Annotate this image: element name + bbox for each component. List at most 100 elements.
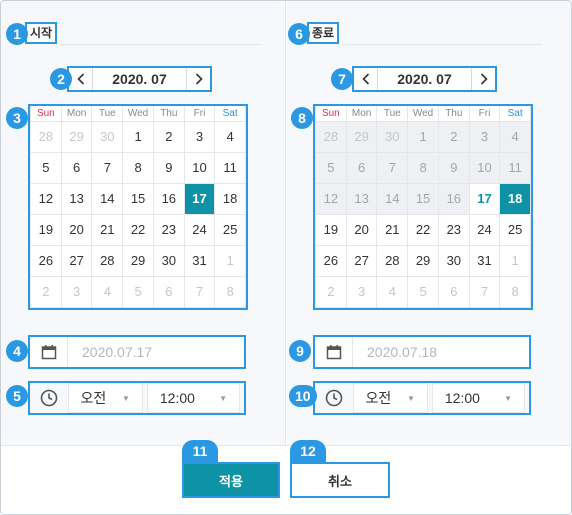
start-day-cell[interactable]: 6 <box>60 151 93 184</box>
annotation-badge: 8 <box>291 107 313 129</box>
start-day-cell[interactable]: 28 <box>91 244 124 277</box>
end-day-cell: 15 <box>407 182 439 215</box>
start-day-cell[interactable]: 18 <box>214 182 246 215</box>
start-day-cell[interactable]: 14 <box>91 182 124 215</box>
chevron-right-icon[interactable] <box>186 68 210 90</box>
start-day-cell[interactable]: 10 <box>183 151 216 184</box>
start-day-cell[interactable]: 25 <box>214 213 246 246</box>
end-day-cell[interactable]: 30 <box>437 244 470 277</box>
start-day-cell[interactable]: 15 <box>122 182 154 215</box>
start-day-cell[interactable]: 30 <box>152 244 185 277</box>
end-day-cell[interactable]: 20 <box>345 213 378 246</box>
start-day-cell[interactable]: 20 <box>60 213 93 246</box>
end-day-cell[interactable]: 31 <box>468 244 501 277</box>
end-day-cell[interactable]: 28 <box>376 244 409 277</box>
start-day-cell[interactable]: 4 <box>91 275 124 308</box>
start-day-cell[interactable]: 13 <box>60 182 93 215</box>
end-ampm-select[interactable]: 오전 ▼ <box>352 383 428 413</box>
end-day-cell[interactable]: 7 <box>468 275 501 308</box>
caret-down-icon: ▼ <box>121 393 130 403</box>
start-day-cell[interactable]: 2 <box>152 120 185 153</box>
start-time-select[interactable]: 12:00 ▼ <box>146 383 240 413</box>
start-day-cell[interactable]: 27 <box>60 244 93 277</box>
end-day-cell[interactable]: 21 <box>376 213 409 246</box>
start-day-cell[interactable]: 19 <box>30 213 62 246</box>
annotation-badge: 6 <box>288 23 310 45</box>
start-day-cell[interactable]: 21 <box>91 213 124 246</box>
end-day-cell[interactable]: 27 <box>345 244 378 277</box>
end-day-cell[interactable]: 8 <box>499 275 531 308</box>
annotation-badge: 9 <box>289 340 311 362</box>
end-day-cell[interactable]: 3 <box>345 275 378 308</box>
end-day-cell[interactable]: 29 <box>407 244 439 277</box>
start-selected-day[interactable]: 17 <box>183 182 216 215</box>
start-day-cell[interactable]: 30 <box>91 120 124 153</box>
end-month-label: 2020. 07 <box>397 71 452 87</box>
end-day-cell[interactable]: 23 <box>437 213 470 246</box>
start-day-cell[interactable]: 5 <box>30 151 62 184</box>
start-day-cell[interactable]: 24 <box>183 213 216 246</box>
annotation-badge: 11 <box>182 440 218 462</box>
start-day-cell[interactable]: 31 <box>183 244 216 277</box>
end-day-cell[interactable]: 2 <box>315 275 347 308</box>
end-day-cell: 16 <box>437 182 470 215</box>
end-day-cell: 7 <box>376 151 409 184</box>
annotation-badge: 10 <box>289 385 317 407</box>
annotation-badge: 4 <box>6 340 28 362</box>
chevron-right-icon[interactable] <box>471 68 495 90</box>
end-day-cell[interactable]: 25 <box>499 213 531 246</box>
start-weekday-header: Thu <box>152 106 185 122</box>
end-day-cell[interactable]: 17 <box>468 182 501 215</box>
start-day-cell[interactable]: 28 <box>30 120 62 153</box>
caret-down-icon: ▼ <box>406 393 415 403</box>
start-day-cell[interactable]: 2 <box>30 275 62 308</box>
caret-down-icon: ▼ <box>504 393 512 403</box>
end-weekday-header: Fri <box>468 106 501 122</box>
end-day-cell: 1 <box>407 120 439 153</box>
end-day-cell[interactable]: 22 <box>407 213 439 246</box>
start-day-cell[interactable]: 7 <box>91 151 124 184</box>
end-day-cell: 14 <box>376 182 409 215</box>
caret-down-icon: ▼ <box>219 393 227 403</box>
end-day-cell[interactable]: 24 <box>468 213 501 246</box>
start-weekday-header: Sun <box>30 106 62 122</box>
start-date-field[interactable]: 2020.07.17 <box>28 335 246 369</box>
start-day-cell[interactable]: 4 <box>214 120 246 153</box>
start-day-cell[interactable]: 9 <box>152 151 185 184</box>
end-day-cell[interactable]: 26 <box>315 244 347 277</box>
chevron-left-icon[interactable] <box>354 68 378 90</box>
start-day-cell[interactable]: 22 <box>122 213 154 246</box>
start-day-cell[interactable]: 26 <box>30 244 62 277</box>
end-time-select[interactable]: 12:00 ▼ <box>431 383 525 413</box>
end-date-field[interactable]: 2020.07.18 <box>313 335 531 369</box>
start-day-cell[interactable]: 6 <box>152 275 185 308</box>
end-day-cell[interactable]: 4 <box>376 275 409 308</box>
apply-button[interactable]: 적용 <box>182 462 280 498</box>
start-day-cell[interactable]: 7 <box>183 275 216 308</box>
start-day-cell[interactable]: 12 <box>30 182 62 215</box>
end-day-cell[interactable]: 19 <box>315 213 347 246</box>
end-day-cell[interactable]: 1 <box>499 244 531 277</box>
start-day-cell[interactable]: 8 <box>122 151 154 184</box>
start-day-cell[interactable]: 8 <box>214 275 246 308</box>
end-selected-day[interactable]: 18 <box>499 182 531 215</box>
start-day-cell[interactable]: 3 <box>183 120 216 153</box>
start-day-cell[interactable]: 29 <box>60 120 93 153</box>
end-weekday-header: Wed <box>407 106 439 122</box>
end-calendar: Sun Mon Tue Wed Thu Fri Sat 28 29 30 1 2 3 4 5 6 7 8 9 10 11… <box>313 104 533 310</box>
start-day-cell[interactable]: 11 <box>214 151 246 184</box>
chevron-left-icon[interactable] <box>69 68 93 90</box>
end-day-cell[interactable]: 5 <box>407 275 439 308</box>
start-day-cell[interactable]: 16 <box>152 182 185 215</box>
start-day-cell[interactable]: 23 <box>152 213 185 246</box>
start-day-cell[interactable]: 1 <box>214 244 246 277</box>
start-day-cell[interactable]: 3 <box>60 275 93 308</box>
cancel-button[interactable]: 취소 <box>290 462 390 498</box>
start-day-cell[interactable]: 5 <box>122 275 154 308</box>
start-day-cell[interactable]: 29 <box>122 244 154 277</box>
end-day-cell[interactable]: 6 <box>437 275 470 308</box>
start-ampm-select[interactable]: 오전 ▼ <box>67 383 143 413</box>
end-day-cell: 11 <box>499 151 531 184</box>
start-day-cell[interactable]: 1 <box>122 120 154 153</box>
divider <box>342 44 542 45</box>
